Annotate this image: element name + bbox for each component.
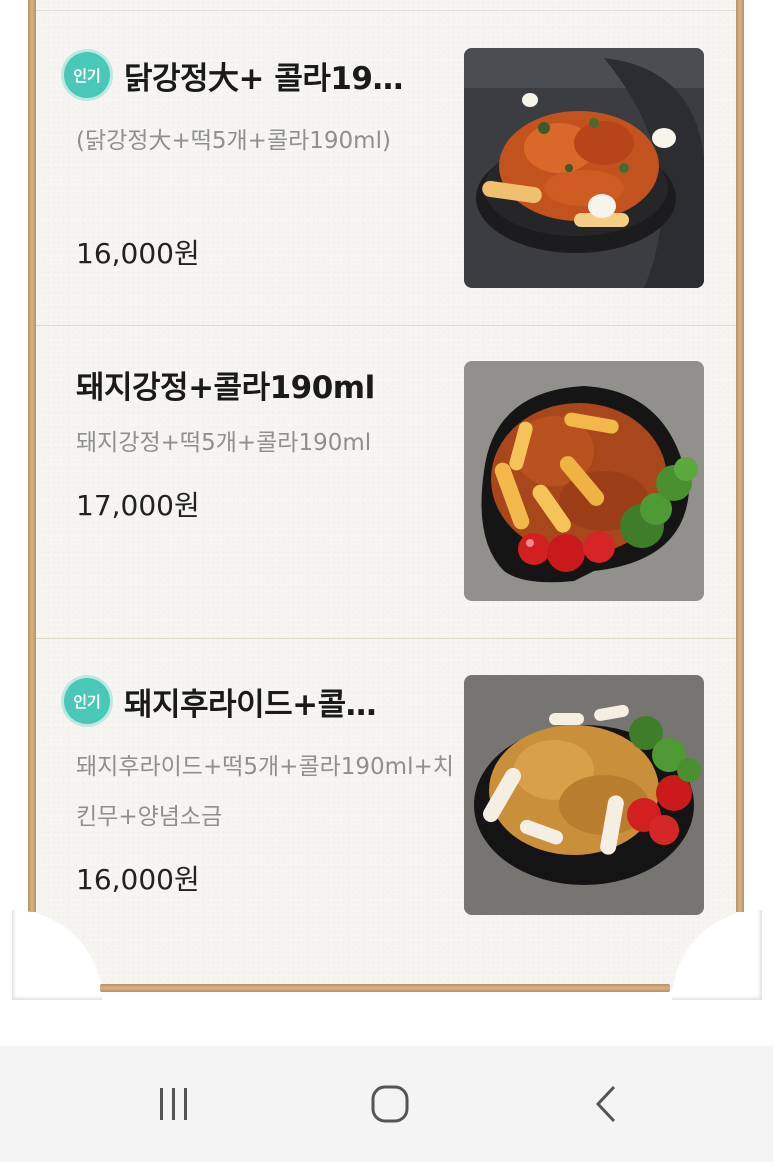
menu-item-price: 16,000원 [76, 237, 200, 270]
home-button[interactable] [350, 1074, 430, 1134]
menu-item-title: 돼지강정+콜라190ml [76, 370, 375, 406]
pork-gangjeong-photo[interactable] [464, 361, 704, 601]
back-icon [595, 1085, 616, 1123]
back-button[interactable] [568, 1074, 648, 1134]
menu-item-description: (닭강정大+떡5개+콜라190ml) [76, 128, 391, 154]
card-frame-bottom [100, 984, 670, 992]
menu-item-price: 17,000원 [76, 489, 200, 522]
menu-item-title-row: 인기 닭강정大+ 콜라19… [64, 52, 404, 98]
pork-fried-photo[interactable] [464, 675, 704, 915]
home-icon [371, 1085, 409, 1123]
menu-item-price: 16,000원 [76, 863, 200, 896]
menu-item-title-row: 돼지강정+콜라190ml [76, 362, 375, 407]
popular-badge: 인기 [64, 52, 110, 98]
menu-item-description: 돼지강정+떡5개+콜라190ml [76, 430, 372, 456]
menu-item[interactable]: 돼지강정+콜라190ml 돼지강정+떡5개+콜라190ml 17,000원 [36, 326, 736, 636]
top-divider [36, 10, 736, 11]
system-nav-bar [0, 1046, 773, 1162]
popular-badge: 인기 [64, 678, 110, 724]
recent-apps-icon [160, 1088, 187, 1120]
item-divider [36, 638, 736, 639]
menu-item[interactable]: 인기 닭강정大+ 콜라19… (닭강정大+떡5개+콜라190ml) 16,000… [36, 14, 736, 324]
menu-item-title-row: 인기 돼지후라이드+콜… [64, 678, 377, 724]
card-frame-left [28, 0, 36, 912]
dakgangjeong-photo[interactable] [464, 48, 704, 288]
card-frame-right [736, 0, 744, 912]
menu-item-description: 돼지후라이드+떡5개+콜라190ml+치킨무+양념소금 [76, 754, 454, 830]
menu-item-title: 돼지후라이드+콜… [124, 686, 377, 723]
menu-item-title: 닭강정大+ 콜라19… [124, 60, 404, 97]
recent-apps-button[interactable] [134, 1074, 214, 1134]
menu-item[interactable]: 인기 돼지후라이드+콜… 돼지후라이드+떡5개+콜라190ml+치킨무+양념소금… [36, 640, 736, 950]
